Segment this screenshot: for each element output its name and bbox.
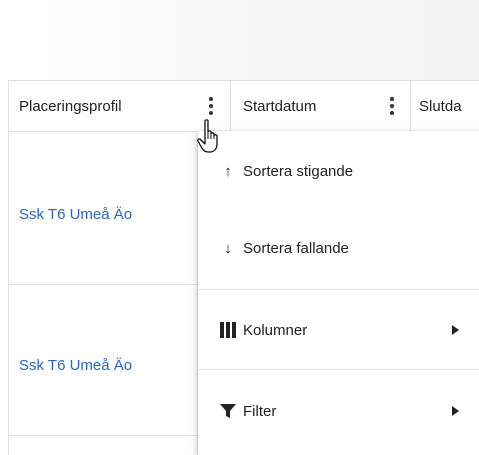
menu-item-label: Kolumner [243,321,308,339]
column-resize-handle[interactable] [410,81,411,131]
column-header-label: Slutda [419,97,462,115]
menu-item-columns[interactable]: Kolumner [198,310,479,350]
placeringsprofil-link[interactable]: Ssk T6 Umeå Äo [19,206,132,223]
column-header-label: Placeringsprofil [19,97,122,115]
kebab-dot-icon [209,97,213,101]
kebab-dot-icon [390,111,394,115]
columns-icon [220,322,236,338]
submenu-arrow-icon [452,406,459,416]
kebab-dot-icon [209,111,213,115]
column-menu-button-startdatum[interactable] [386,94,398,118]
top-bar [0,0,479,80]
menu-item-filter[interactable]: Filter [198,391,479,431]
column-header-placeringsprofil[interactable]: Placeringsprofil [19,81,199,131]
grid-header-row: Placeringsprofil Startdatum Slutda [9,81,479,132]
menu-item-sort-descending[interactable]: ↓ Sortera fallande [198,228,479,268]
menu-item-sort-ascending[interactable]: ↑ Sortera stigande [198,151,479,191]
kebab-dot-icon [390,104,394,108]
column-resize-handle[interactable] [230,81,231,131]
kebab-dot-icon [390,97,394,101]
page: Placeringsprofil Startdatum Slutda Ssk T… [0,0,479,455]
column-menu: ↑ Sortera stigande ↓ Sortera fallande Ko… [198,131,479,455]
menu-divider [198,369,479,370]
column-header-label: Startdatum [243,97,317,115]
menu-item-label: Sortera stigande [243,162,354,180]
kebab-dot-icon [209,104,213,108]
arrow-up-icon: ↑ [224,162,232,180]
filter-icon [220,404,236,418]
menu-divider [198,289,479,290]
arrow-down-icon: ↓ [224,239,232,257]
placeringsprofil-link[interactable]: Ssk T6 Umeå Äo [19,357,132,374]
menu-item-label: Filter [243,402,277,420]
submenu-arrow-icon [452,325,459,335]
menu-item-label: Sortera fallande [243,239,349,257]
column-menu-button-placeringsprofil[interactable] [205,94,217,118]
column-header-slutdatum[interactable]: Slutda [419,81,479,131]
column-header-startdatum[interactable]: Startdatum [243,81,373,131]
